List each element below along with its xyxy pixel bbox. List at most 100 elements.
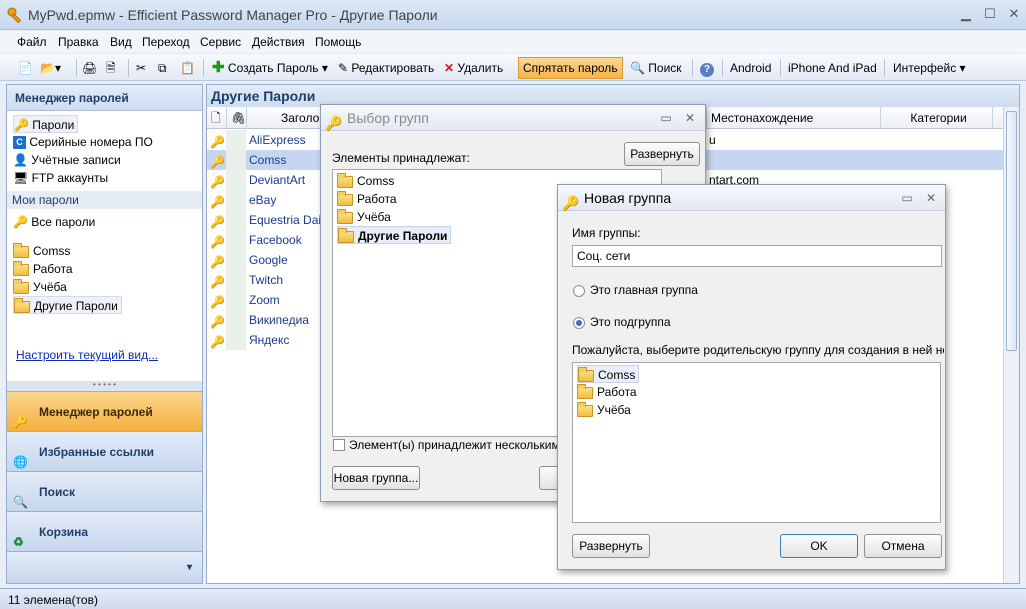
create-password-button[interactable]: ✚ Создать Пароль ▾ (212, 58, 328, 78)
sidebar-item-accounts[interactable]: 👤 Учётные записи (13, 151, 121, 169)
folder-icon (13, 278, 29, 294)
print-icon[interactable]: 🖨 (82, 58, 97, 78)
column-categories[interactable]: Категории (881, 107, 993, 129)
hide-password-button[interactable]: Спрятать пароль (518, 57, 623, 79)
iphone-button[interactable]: iPhone And iPad (788, 58, 877, 78)
dialog-maximize-button[interactable]: ▭ (898, 189, 916, 207)
ok-button[interactable]: OK (780, 534, 858, 558)
row-title: Twitch (249, 273, 284, 287)
dialog-title-bar: 🔑 Выбор групп ▭ ✕ (321, 105, 705, 131)
column-icon[interactable]: 🗋 (207, 107, 227, 129)
delete-label: Удалить (457, 61, 504, 75)
key-icon: 🔑 (210, 315, 225, 329)
sidebar-item-ftp[interactable]: 🖥 FTP аккаунты (13, 169, 108, 187)
interface-button[interactable]: Интерфейс ▾ (893, 58, 966, 78)
maximize-button[interactable]: ☐ (978, 4, 1002, 24)
menu-edit[interactable]: Правка (58, 35, 99, 49)
cancel-button[interactable]: Отмена (864, 534, 942, 558)
splitter-grip[interactable]: • • • • • (7, 381, 202, 391)
cut-icon[interactable]: ✂ (136, 58, 146, 78)
list-item-label: Другие Пароли (358, 229, 448, 243)
nav-search[interactable]: 🔍 Поиск (7, 471, 202, 511)
column-location[interactable]: Местонахождение (707, 107, 881, 129)
copy-icon[interactable]: ⧉ (158, 58, 167, 78)
sidebar-group-other[interactable]: Другие Пароли (13, 296, 122, 314)
list-item-label: Работа (357, 192, 397, 206)
separator (76, 59, 77, 77)
list-item[interactable]: Учёба (577, 401, 631, 419)
plus-icon: ✚ (212, 59, 225, 76)
delete-button[interactable]: ✕ Удалить (444, 58, 503, 78)
separator (722, 59, 723, 77)
sidebar-group-work[interactable]: Работа (13, 260, 73, 278)
multiple-groups-checkbox[interactable] (333, 439, 345, 451)
nav-label: Менеджер паролей (39, 405, 153, 419)
key-icon: 🔑 (210, 135, 225, 149)
folder-icon (13, 260, 29, 276)
dialog-close-button[interactable]: ✕ (922, 189, 940, 207)
attachment-cell (226, 130, 246, 150)
list-item[interactable]: Comss (337, 172, 394, 190)
nav-overflow-button[interactable]: ▾ (7, 551, 202, 583)
list-item[interactable]: Работа (337, 190, 397, 208)
menu-view[interactable]: Вид (110, 35, 132, 49)
column-attachment[interactable]: 🖇 (227, 107, 247, 129)
sidebar-group-comss[interactable]: Comss (13, 242, 70, 260)
nav-password-manager[interactable]: 🔑 Менеджер паролей (7, 391, 202, 431)
close-button[interactable]: ✕ (1002, 4, 1026, 24)
dialog-maximize-button[interactable]: ▭ (657, 109, 675, 127)
print-preview-icon[interactable]: 🗎 (106, 58, 116, 78)
group-name-input[interactable]: Соц. сети (572, 245, 942, 267)
multiple-groups-label: Элемент(ы) принадлежит нескольким (349, 438, 560, 452)
new-file-icon[interactable]: 📄 (18, 58, 33, 78)
list-item[interactable]: Работа (577, 383, 637, 401)
sidebar-item-serials[interactable]: C Серийные номера ПО (13, 133, 153, 151)
menu-go[interactable]: Переход (142, 35, 190, 49)
scrollbar-thumb[interactable] (1006, 111, 1017, 351)
attachment-cell (226, 250, 246, 270)
vertical-scrollbar[interactable] (1003, 107, 1019, 583)
parent-group-label: Пожалуйста, выберите родительскую группу… (572, 343, 944, 357)
dialog-close-button[interactable]: ✕ (681, 109, 699, 127)
separator (128, 59, 129, 77)
attachment-cell (226, 210, 246, 230)
menu-file[interactable]: Файл (17, 35, 47, 49)
attachment-cell (226, 190, 246, 210)
subgroup-radio[interactable] (573, 317, 585, 329)
key-icon: 🔑 (210, 295, 225, 309)
sidebar-item-passwords[interactable]: 🔑 Пароли (13, 115, 79, 133)
sidebar-item-label: Работа (33, 262, 73, 276)
minimize-button[interactable]: ▁ (954, 4, 978, 24)
nav-favorites[interactable]: 🌐 Избранные ссылки (7, 431, 202, 471)
edit-button[interactable]: ✎ Редактировать (338, 58, 434, 78)
expand-button[interactable]: Развернуть (624, 142, 700, 166)
delete-icon: ✕ (444, 61, 455, 75)
search-button[interactable]: 🔍 Поиск (630, 58, 682, 78)
interface-label: Интерфейс (893, 61, 957, 75)
list-item-selected[interactable]: Comss (577, 365, 640, 383)
help-icon[interactable]: ? (700, 58, 714, 78)
paste-icon[interactable]: 📋 (180, 58, 195, 78)
nav-trash[interactable]: ♻ Корзина (7, 511, 202, 551)
sidebar-section-my-passwords: Мои пароли (7, 191, 202, 209)
main-group-radio[interactable] (573, 285, 585, 297)
open-folder-icon[interactable]: 📂▾ (40, 58, 61, 78)
new-group-button[interactable]: Новая группа... (332, 466, 420, 490)
sidebar-group-study[interactable]: Учёба (13, 278, 67, 296)
expand-button[interactable]: Развернуть (572, 534, 650, 558)
search-label: Поиск (648, 61, 682, 75)
list-item-selected[interactable]: Другие Пароли (337, 226, 452, 244)
sidebar-item-all[interactable]: 🔑 Все пароли (13, 213, 95, 231)
menu-tools[interactable]: Сервис (200, 35, 241, 49)
menu-help[interactable]: Помощь (315, 35, 361, 49)
android-button[interactable]: Android (730, 58, 771, 78)
edit-label: Редактировать (351, 61, 435, 75)
row-title: Comss (249, 153, 287, 167)
menu-actions[interactable]: Действия (252, 35, 305, 49)
separator (692, 59, 693, 77)
list-item-label: Comss (598, 368, 636, 382)
row-title: Google (249, 253, 288, 267)
list-item[interactable]: Учёба (337, 208, 391, 226)
customize-view-link[interactable]: Настроить текущий вид... (16, 348, 158, 362)
main-group-label: Это главная группа (590, 283, 698, 297)
